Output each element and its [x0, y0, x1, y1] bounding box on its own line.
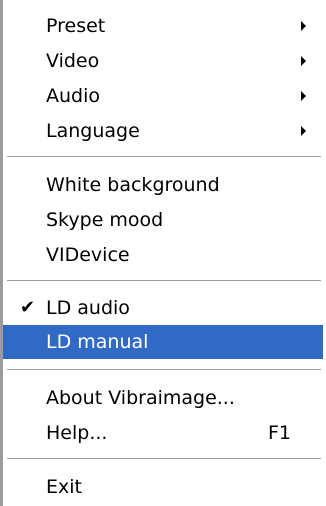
menu-item-label: White background — [46, 174, 220, 196]
submenu-arrow-icon — [301, 56, 306, 66]
menu-item-audio[interactable]: Audio — [3, 79, 323, 113]
menu-item-ld-manual[interactable]: LD manual — [3, 325, 323, 359]
menu-item-label: Skype mood — [46, 209, 164, 231]
menu-item-exit[interactable]: Exit — [3, 470, 323, 504]
menu-item-help[interactable]: Help... F1 — [3, 416, 323, 450]
menu-item-label: VIDevice — [46, 244, 130, 266]
menu-separator — [7, 156, 321, 157]
menu-item-preset[interactable]: Preset — [3, 9, 323, 43]
menu-item-label: LD manual — [46, 331, 149, 353]
menu-item-language[interactable]: Language — [3, 114, 323, 148]
menu-item-label: Exit — [46, 476, 82, 498]
submenu-arrow-icon — [301, 21, 306, 31]
menu-item-label: About Vibraimage... — [46, 387, 235, 409]
checkmark-icon: ✔ — [20, 297, 36, 318]
menu-item-label: LD audio — [46, 297, 130, 319]
menu-item-skype-mood[interactable]: Skype mood — [3, 203, 323, 237]
menu-item-white-background[interactable]: White background — [3, 168, 323, 202]
menu-item-videvice[interactable]: VIDevice — [3, 238, 323, 272]
menu-separator — [7, 280, 321, 281]
menu-separator — [7, 458, 321, 459]
menu-item-label: Video — [46, 50, 100, 72]
menu-item-label: Language — [46, 120, 140, 142]
submenu-arrow-icon — [301, 91, 306, 101]
menu-separator — [7, 369, 321, 370]
menu-item-label: Preset — [46, 15, 106, 37]
context-menu: Preset Video Audio Language White backgr… — [0, 0, 323, 506]
menu-item-video[interactable]: Video — [3, 44, 323, 78]
submenu-arrow-icon — [301, 126, 306, 136]
menu-item-ld-audio[interactable]: ✔ LD audio — [3, 291, 323, 325]
menu-item-label: Help... — [46, 422, 108, 444]
menu-item-about[interactable]: About Vibraimage... — [3, 381, 323, 415]
menu-item-label: Audio — [46, 85, 101, 107]
menu-item-shortcut: F1 — [268, 422, 292, 444]
